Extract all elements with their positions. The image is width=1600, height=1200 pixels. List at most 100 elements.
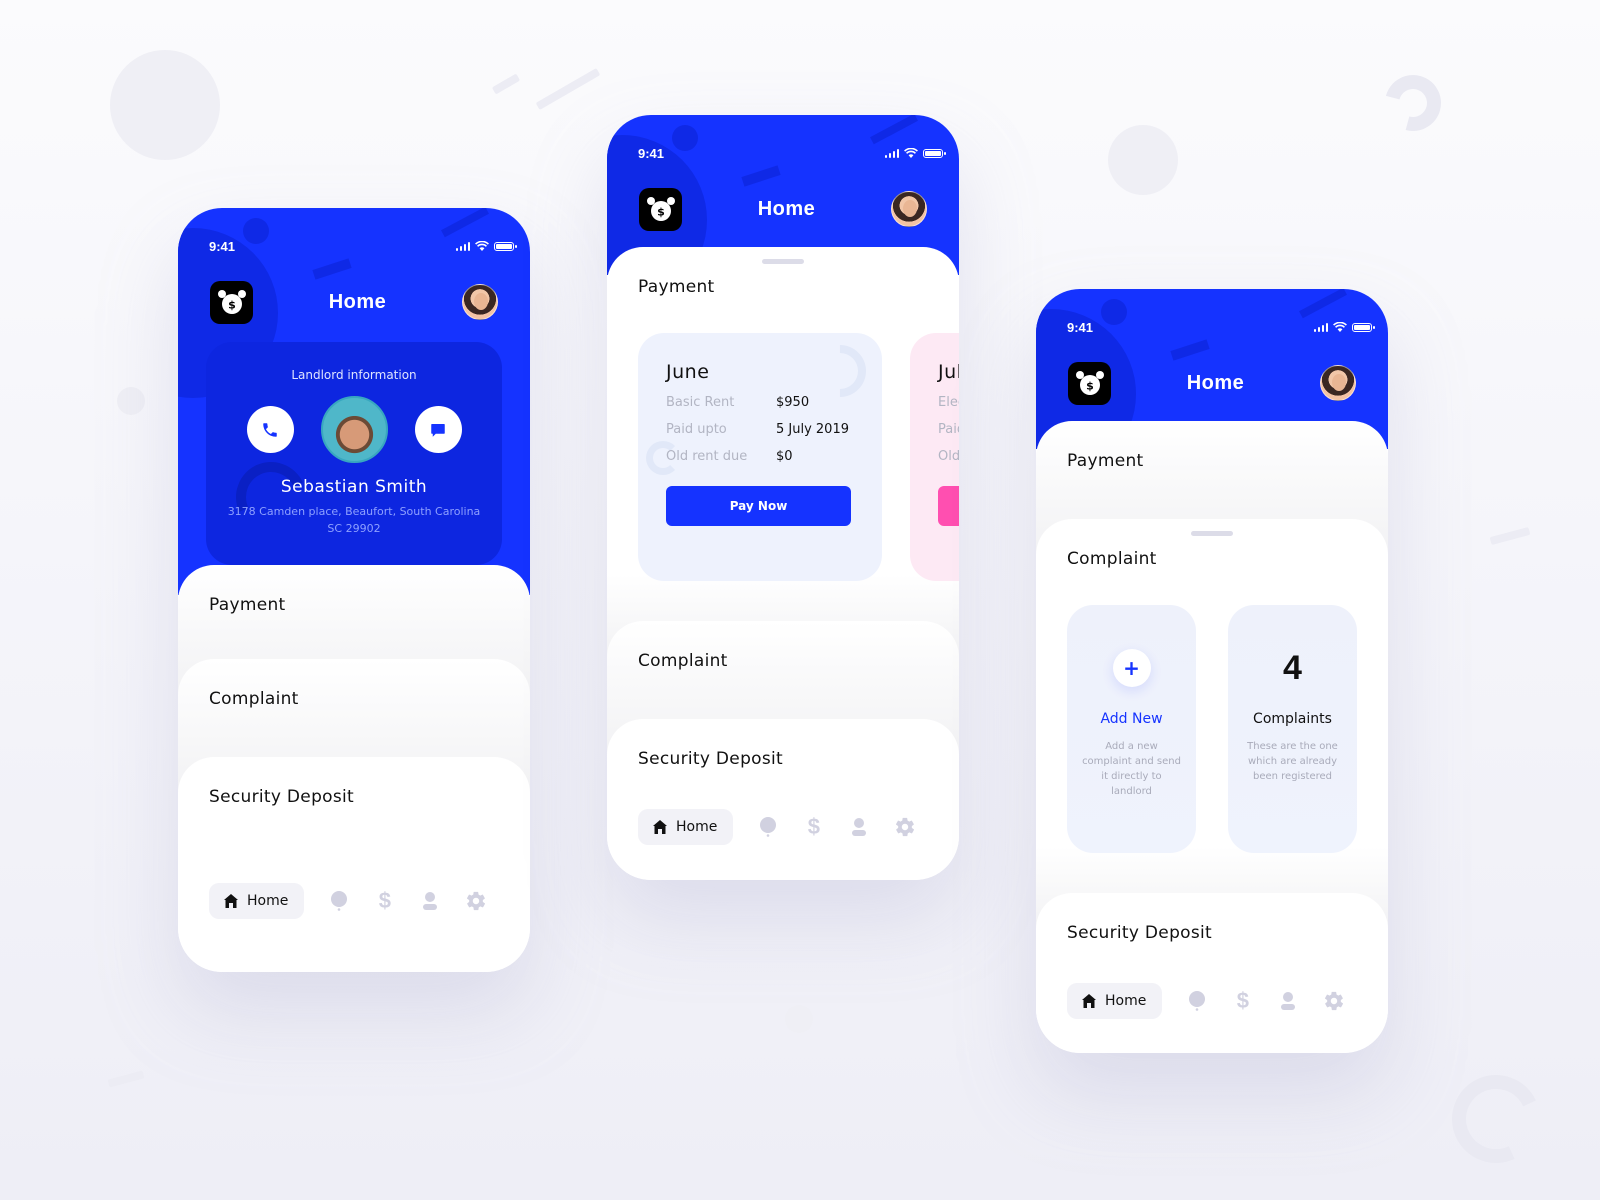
payment-row-label: Electricity — [938, 395, 959, 410]
pay-now-button[interactable]: Pay Now — [938, 486, 959, 526]
tab-profile[interactable] — [408, 891, 454, 911]
payment-card: July Electricity Paid upto Old rent due … — [910, 333, 959, 581]
complaint-count: 4 — [1283, 649, 1302, 687]
status-time: 9:41 — [1067, 319, 1094, 335]
add-new-complaint-card[interactable]: + Add New Add a new complaint and send i… — [1067, 605, 1196, 853]
landlord-title: Landlord information — [291, 368, 417, 382]
status-time: 9:41 — [638, 145, 665, 161]
app-logo-icon[interactable]: $ — [639, 187, 682, 231]
payment-row-label: Paid upto — [666, 422, 727, 437]
complaints-title: Complaints — [1253, 711, 1332, 727]
user-avatar[interactable] — [461, 284, 498, 320]
payment-card: June Basic Rent $950 Paid upto 5 July 2019… — [638, 333, 882, 581]
status-bar: 9:41 — [178, 208, 530, 272]
phone-landlord-screen: 9:41 $ Home Landlord information Sebasti… — [178, 208, 530, 972]
tab-payments[interactable]: $ — [362, 888, 408, 914]
payment-row-label: Old rent due — [666, 449, 748, 464]
header-title: Home — [1186, 371, 1245, 394]
section-title: Security Deposit — [209, 787, 354, 807]
battery-icon — [923, 148, 946, 158]
bottom-tabbar: Home $ — [209, 883, 499, 919]
section-security-deposit[interactable]: Security Deposit Home $ — [1036, 893, 1388, 1053]
app-header: $ Home — [607, 179, 959, 239]
header-title: Home — [757, 197, 816, 220]
plus-icon[interactable]: + — [1112, 649, 1151, 687]
svg-text:$: $ — [657, 206, 665, 219]
tab-chat[interactable] — [1174, 991, 1220, 1011]
section-title: Complaint — [209, 689, 299, 709]
tab-chat[interactable] — [316, 891, 362, 911]
app-logo-icon[interactable]: $ — [1068, 361, 1111, 405]
registered-complaints-card[interactable]: 4 Complaints These are the one which are… — [1228, 605, 1357, 853]
tab-home-label: Home — [676, 819, 718, 835]
section-title: Payment — [638, 277, 715, 297]
payment-month: June — [666, 361, 710, 383]
bg-bar — [535, 68, 601, 110]
bg-bar — [491, 73, 521, 95]
dollar-icon: $ — [807, 814, 820, 839]
chat-icon — [331, 891, 348, 911]
profile-icon — [1281, 992, 1296, 1010]
settings-icon — [896, 817, 915, 837]
dollar-icon: $ — [1236, 988, 1249, 1013]
section-complaint: Complaint + Add New Add a new complaint … — [1036, 519, 1388, 929]
drag-handle[interactable] — [1191, 531, 1233, 536]
user-avatar[interactable] — [890, 191, 927, 227]
bg-ring — [1374, 64, 1452, 142]
payment-carousel[interactable]: June Basic Rent $950 Paid upto 5 July 2019… — [638, 333, 959, 581]
tab-profile[interactable] — [1266, 991, 1312, 1011]
drag-handle[interactable] — [762, 259, 804, 264]
chat-icon — [1189, 991, 1206, 1011]
tab-home[interactable]: Home — [1067, 983, 1163, 1019]
tab-settings[interactable] — [453, 890, 499, 912]
home-icon — [224, 894, 238, 908]
tab-payments[interactable]: $ — [1220, 988, 1266, 1014]
tab-settings[interactable] — [882, 816, 928, 838]
call-button[interactable] — [246, 406, 294, 453]
tab-payments[interactable]: $ — [791, 814, 837, 840]
user-avatar[interactable] — [1319, 365, 1356, 401]
signal-icon — [1313, 322, 1328, 332]
app-header: $ Home — [178, 272, 530, 332]
dollar-icon: $ — [378, 888, 391, 913]
wifi-icon — [475, 241, 489, 251]
pay-now-button[interactable]: Pay Now — [666, 486, 851, 526]
phone-icon — [263, 422, 277, 437]
tab-settings[interactable] — [1311, 990, 1357, 1012]
section-payment: Payment June Basic Rent $950 Paid upto 5 J… — [607, 247, 959, 657]
settings-icon — [467, 891, 486, 911]
home-icon — [653, 820, 667, 834]
section-title: Complaint — [638, 651, 728, 671]
section-title: Security Deposit — [1067, 923, 1212, 943]
section-security-deposit[interactable]: Security Deposit Home $ — [178, 757, 530, 972]
payment-row-value: 5 July 2019 — [776, 422, 849, 437]
section-title: Payment — [209, 595, 286, 615]
add-new-title: Add New — [1100, 711, 1163, 727]
bg-circle — [117, 387, 145, 415]
settings-icon — [1325, 991, 1344, 1011]
chat-bubble-icon — [431, 423, 445, 437]
home-icon — [1082, 994, 1096, 1008]
tab-chat[interactable] — [745, 817, 791, 837]
section-title: Security Deposit — [638, 749, 783, 769]
message-button[interactable] — [414, 406, 462, 453]
chat-icon — [760, 817, 777, 837]
payment-row-label: Old rent due — [938, 449, 959, 464]
payment-row-label: Paid upto — [938, 422, 959, 437]
app-logo-icon[interactable]: $ — [210, 280, 253, 324]
signal-icon — [884, 148, 899, 158]
bg-circle — [110, 50, 220, 160]
tab-home[interactable]: Home — [638, 809, 734, 845]
payment-row-label: Basic Rent — [666, 395, 735, 410]
battery-icon — [1352, 322, 1375, 332]
signal-icon — [455, 241, 470, 251]
payment-month: July — [938, 361, 959, 383]
tab-profile[interactable] — [837, 817, 883, 837]
section-security-deposit[interactable]: Security Deposit Home $ — [607, 719, 959, 880]
profile-icon — [423, 892, 438, 910]
status-time: 9:41 — [209, 238, 236, 254]
complaints-description: These are the one which are already been… — [1247, 741, 1338, 782]
tab-home[interactable]: Home — [209, 883, 305, 919]
bottom-tabbar: Home $ — [638, 809, 928, 845]
bg-zigzag — [1489, 526, 1531, 546]
